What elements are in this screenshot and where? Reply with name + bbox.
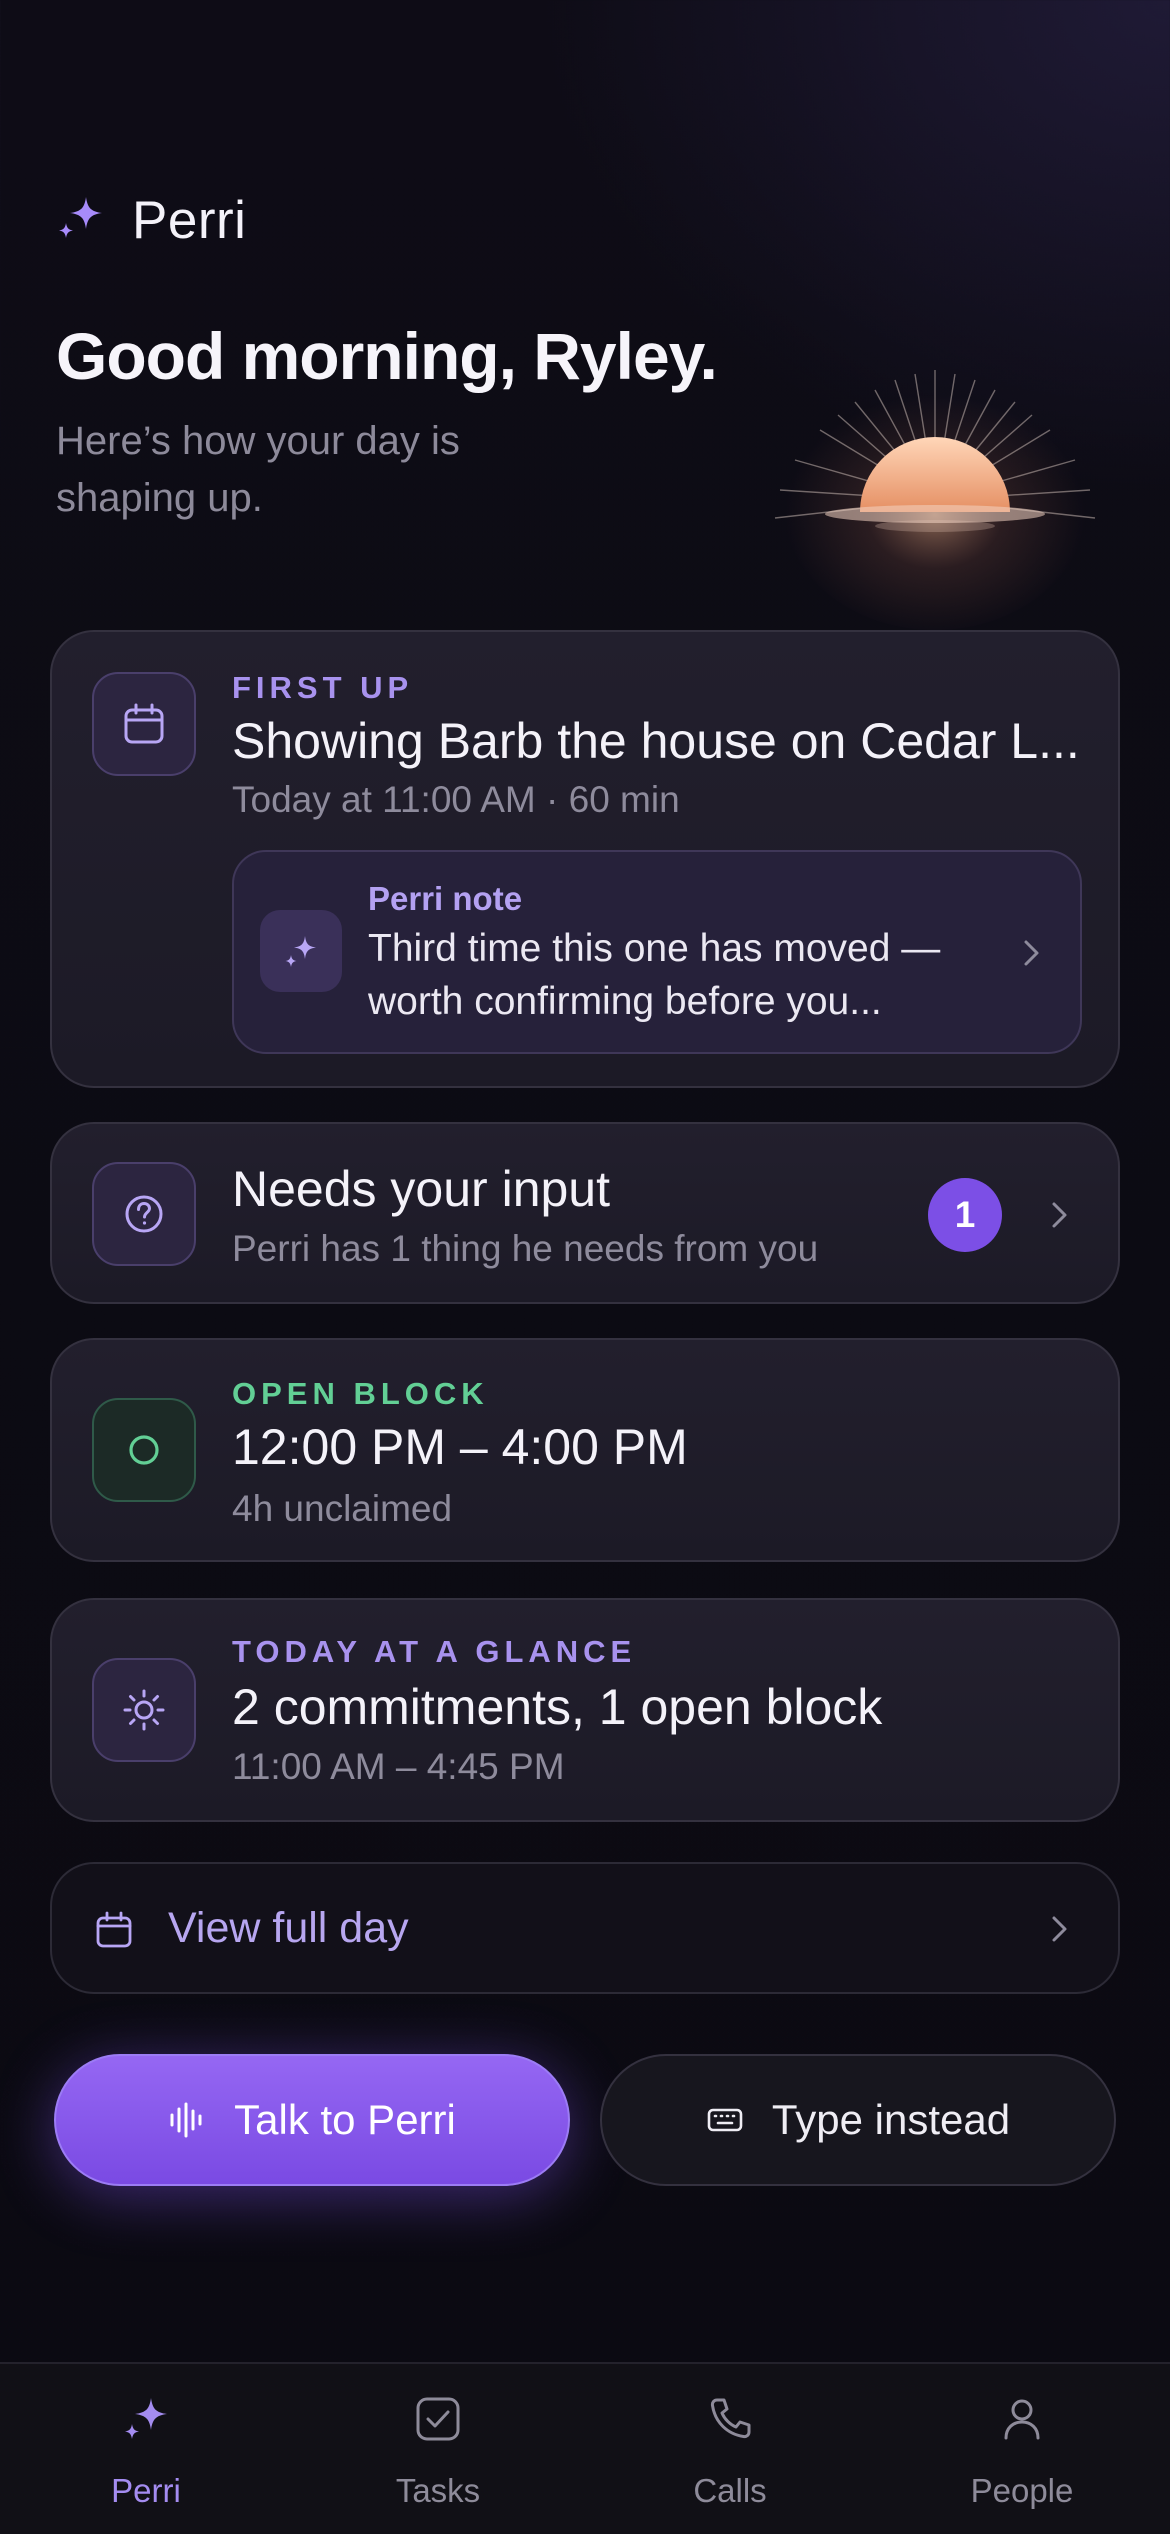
first-up-eyebrow: FIRST UP [232,670,414,705]
view-full-day-label: View full day [168,1904,409,1952]
type-instead-label: Type instead [771,2096,1011,2143]
first-up-meta: Today at 11:00 AM · 60 min [232,779,680,820]
sunrise-illustration [774,370,1096,630]
tab-calls-label: Calls [693,2472,767,2509]
open-block-card[interactable]: OPEN BLOCK 12:00 PM – 4:00 PM 4h unclaim… [50,1338,1120,1562]
tab-people-label: People [970,2472,1074,2509]
needs-input-title: Needs your input [232,1161,611,1217]
glance-eyebrow: TODAY AT A GLANCE [232,1634,637,1669]
glance-title: 2 commitments, 1 open block [232,1679,883,1735]
tab-calls[interactable]: Calls [584,2364,876,2534]
talk-to-perri-label: Talk to Perri [234,2096,456,2143]
needs-input-count-badge: 1 [928,1178,1002,1252]
view-full-day-button[interactable]: View full day [50,1862,1120,1994]
glance-meta: 11:00 AM – 4:45 PM [232,1746,565,1787]
sparkle-icon [260,910,342,992]
open-block-eyebrow: OPEN BLOCK [232,1376,489,1411]
circle-icon [92,1398,196,1502]
talk-to-perri-button[interactable]: Talk to Perri [54,2054,570,2186]
tab-bar: Perri Tasks Calls People [0,2362,1170,2534]
calendar-icon [92,672,196,776]
chevron-right-icon [1052,1916,1067,1942]
open-block-meta: 4h unclaimed [232,1488,453,1529]
keyboard-icon [707,2108,743,2132]
sparkle-icon [125,2398,167,2439]
sparkle-icon [56,193,106,248]
question-circle-icon [92,1162,196,1266]
perri-note-label: Perri note [368,880,523,917]
app-header: Perri [56,190,246,251]
checkbox-icon [416,2397,460,2441]
perri-note-text: Third time this one has moved — worth co… [368,927,941,1023]
person-icon [1004,2399,1040,2440]
chevron-right-icon [1052,1202,1067,1228]
type-instead-button[interactable]: Type instead [600,2054,1116,2186]
greeting-subtitle: Here’s how your day is shaping up. [56,419,460,520]
tab-people[interactable]: People [876,2364,1168,2534]
phone-icon [710,2398,751,2439]
open-block-time: 12:00 PM – 4:00 PM [232,1419,688,1475]
perri-note[interactable]: Perri note Third time this one has moved… [232,850,1082,1054]
greeting-title: Good morning, Ryley. [56,319,718,393]
calendar-icon [96,1911,132,1948]
needs-input-meta: Perri has 1 thing he needs from you [232,1228,819,1269]
tab-perri-label: Perri [111,2472,181,2509]
waveform-icon [170,2102,202,2138]
tab-tasks[interactable]: Tasks [292,2364,584,2534]
tab-perri[interactable]: Perri [0,2364,292,2534]
first-up-title: Showing Barb the house on Cedar L... [232,713,1080,769]
app-name: Perri [132,191,247,250]
chevron-right-icon [1024,940,1039,966]
tab-tasks-label: Tasks [395,2472,481,2509]
first-up-card[interactable]: FIRST UP Showing Barb the house on Cedar… [50,630,1120,1088]
sun-icon [92,1658,196,1762]
home-screen: Perri Good morning, Ryley. Here’s how yo… [0,0,1170,2534]
needs-input-card[interactable]: Needs your input Perri has 1 thing he ne… [50,1122,1120,1304]
today-glance-card[interactable]: TODAY AT A GLANCE 2 commitments, 1 open … [50,1598,1120,1822]
